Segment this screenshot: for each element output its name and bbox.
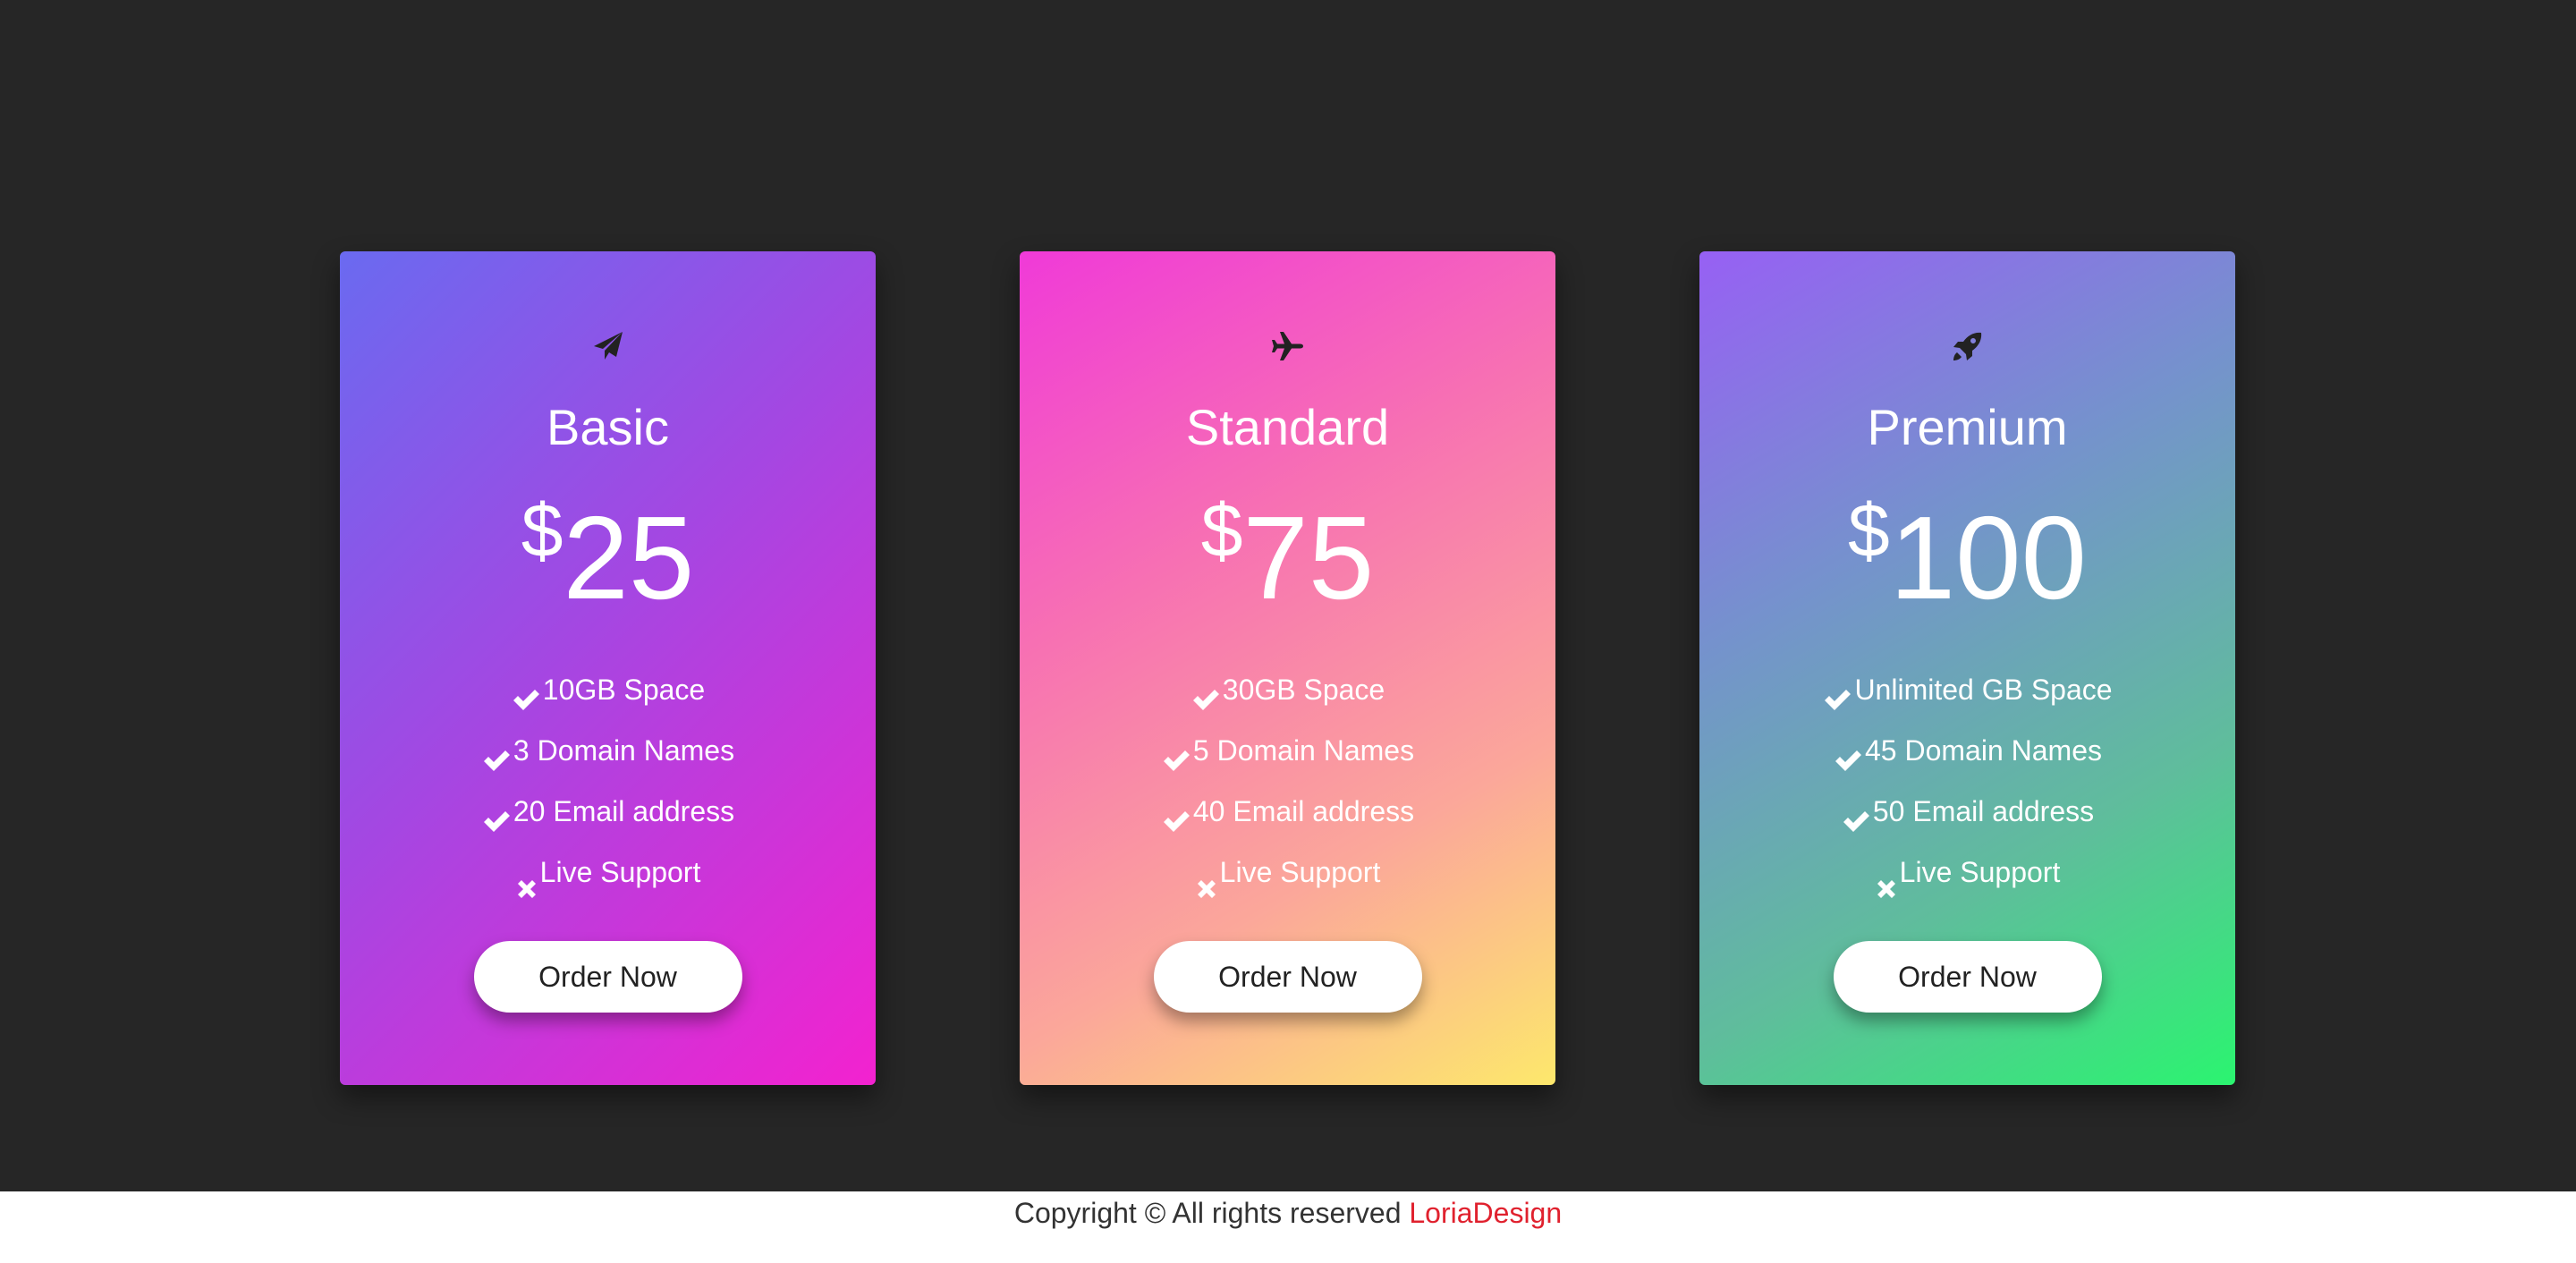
check-icon — [1833, 735, 1863, 771]
check-icon — [1161, 796, 1191, 832]
check-icon — [1841, 796, 1871, 832]
feature-text: 50 Email address — [1872, 795, 2095, 827]
feature-item: 5 Domain Names — [1020, 720, 1555, 781]
feature-list: 30GB Space 5 Domain Names 40 Email addre… — [1020, 659, 1555, 903]
feature-text: Live Support — [1899, 856, 2061, 888]
pricing-card-basic: Basic $ 25 10GB Space 3 Domain Names 20 … — [340, 251, 876, 1085]
brand-link[interactable]: LoriaDesign — [1409, 1197, 1562, 1229]
feature-text: Live Support — [539, 856, 701, 888]
check-icon — [481, 796, 512, 832]
order-now-button[interactable]: Order Now — [1833, 941, 2102, 1013]
check-icon — [1161, 735, 1191, 771]
feature-text: Live Support — [1219, 856, 1381, 888]
feature-item: 20 Email address — [340, 781, 876, 842]
rocket-icon — [1699, 325, 2235, 368]
x-icon — [515, 860, 538, 898]
feature-list: 10GB Space 3 Domain Names 20 Email addre… — [340, 659, 876, 903]
feature-item: 3 Domain Names — [340, 720, 876, 781]
feature-text: 3 Domain Names — [513, 734, 735, 767]
check-icon — [481, 735, 512, 771]
footer: Copyright © All rights reserved LoriaDes… — [0, 1191, 2576, 1263]
feature-text: 20 Email address — [513, 795, 735, 827]
feature-text: Unlimited GB Space — [1854, 674, 2113, 706]
pricing-card-premium: Premium $ 100 Unlimited GB Space 45 Doma… — [1699, 251, 2235, 1085]
price-amount: 75 — [1242, 492, 1375, 623]
x-icon — [1195, 860, 1218, 898]
feature-item: 50 Email address — [1699, 781, 2235, 842]
check-icon — [1191, 674, 1221, 710]
pricing-card-standard: Standard $ 75 30GB Space 5 Domain Names — [1020, 251, 1555, 1085]
check-icon — [511, 674, 541, 710]
page: Basic $ 25 10GB Space 3 Domain Names 20 … — [0, 0, 2576, 1263]
feature-text: 5 Domain Names — [1192, 734, 1415, 767]
plan-name: Standard — [1185, 399, 1390, 455]
feature-item: Live Support — [1020, 842, 1555, 903]
plan-price: $ 25 — [340, 486, 876, 623]
currency-symbol: $ — [521, 488, 564, 572]
paper-plane-icon — [340, 325, 876, 368]
feature-text: 45 Domain Names — [1865, 734, 2102, 767]
pricing-cards: Basic $ 25 10GB Space 3 Domain Names 20 … — [0, 0, 2576, 1191]
order-now-button[interactable]: Order Now — [1153, 941, 1422, 1013]
feature-list: Unlimited GB Space 45 Domain Names 50 Em… — [1699, 659, 2235, 903]
feature-text: 10GB Space — [542, 674, 706, 706]
x-icon — [1875, 860, 1898, 898]
check-icon — [1822, 674, 1852, 710]
currency-symbol: $ — [1200, 488, 1243, 572]
feature-item: Live Support — [340, 842, 876, 903]
currency-symbol: $ — [1848, 488, 1890, 572]
price-amount: 100 — [1889, 492, 2087, 623]
plan-name: Premium — [1867, 399, 2068, 455]
feature-item: 45 Domain Names — [1699, 720, 2235, 781]
feature-item: Unlimited GB Space — [1699, 659, 2235, 720]
feature-item: Live Support — [1699, 842, 2235, 903]
feature-item: 10GB Space — [340, 659, 876, 720]
plan-price: $ 100 — [1699, 486, 2235, 623]
order-now-button[interactable]: Order Now — [473, 941, 742, 1013]
feature-item: 40 Email address — [1020, 781, 1555, 842]
pricing-section: Basic $ 25 10GB Space 3 Domain Names 20 … — [0, 0, 2576, 1191]
plan-price: $ 75 — [1020, 486, 1555, 623]
feature-text: 30GB Space — [1222, 674, 1385, 706]
price-amount: 25 — [563, 492, 695, 623]
airplane-icon — [1020, 325, 1555, 368]
feature-text: 40 Email address — [1192, 795, 1415, 827]
feature-item: 30GB Space — [1020, 659, 1555, 720]
plan-name: Basic — [547, 399, 669, 455]
copyright-text: Copyright © All rights reserved — [1013, 1197, 1410, 1229]
